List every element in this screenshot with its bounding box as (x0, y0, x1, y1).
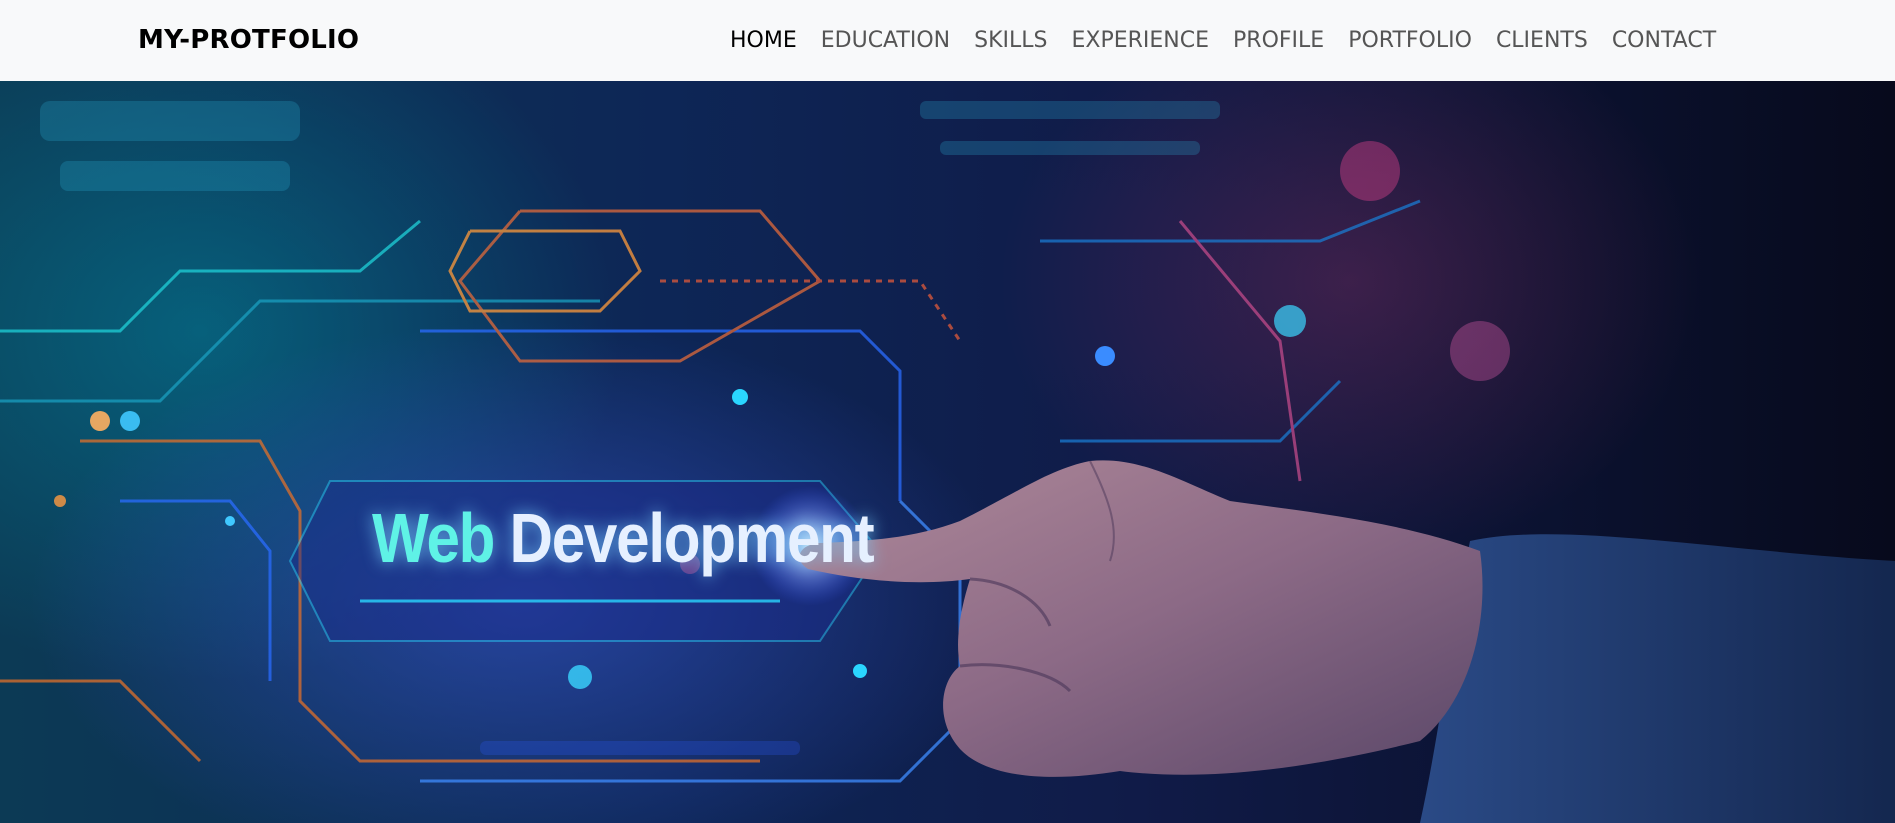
nav-item-contact[interactable]: CONTACT (1600, 28, 1728, 53)
nav-item-home[interactable]: HOME (718, 28, 809, 53)
nav-item-education[interactable]: EDUCATION (809, 28, 962, 53)
nav-item-profile[interactable]: PROFILE (1221, 28, 1336, 53)
hero-caption-development: Development (509, 499, 875, 577)
hero-caption-web: Web (372, 499, 495, 577)
nav-menu: HOME EDUCATION SKILLS EXPERIENCE PROFILE… (718, 0, 1728, 81)
nav-item-portfolio[interactable]: PORTFOLIO (1336, 28, 1484, 53)
top-navbar: MY-PROTFOLIO HOME EDUCATION SKILLS EXPER… (0, 0, 1895, 81)
brand-logo[interactable]: MY-PROTFOLIO (138, 0, 359, 81)
nav-item-experience[interactable]: EXPERIENCE (1059, 28, 1221, 53)
hero-caption: Web Development (372, 498, 875, 578)
nav-item-clients[interactable]: CLIENTS (1484, 28, 1600, 53)
hero-banner-image: Web Development (0, 81, 1895, 823)
nav-item-skills[interactable]: SKILLS (962, 28, 1059, 53)
hero-illustration (0, 101, 1895, 823)
